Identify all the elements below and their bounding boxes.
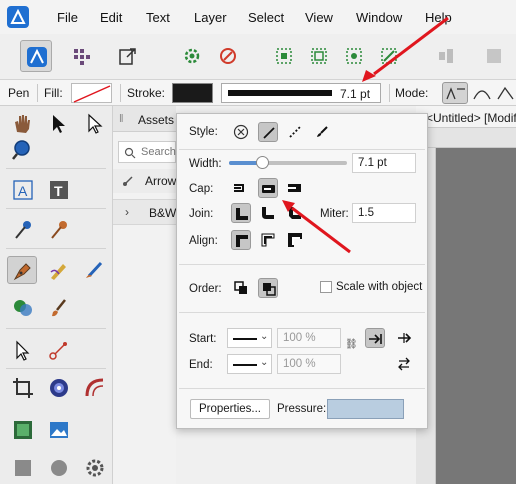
annotation-arrows (282, 16, 449, 254)
annotation-arrow-stroke-width (373, 16, 449, 76)
annotation-arrowhead (362, 70, 376, 82)
annotation-arrow-cap (291, 206, 351, 254)
